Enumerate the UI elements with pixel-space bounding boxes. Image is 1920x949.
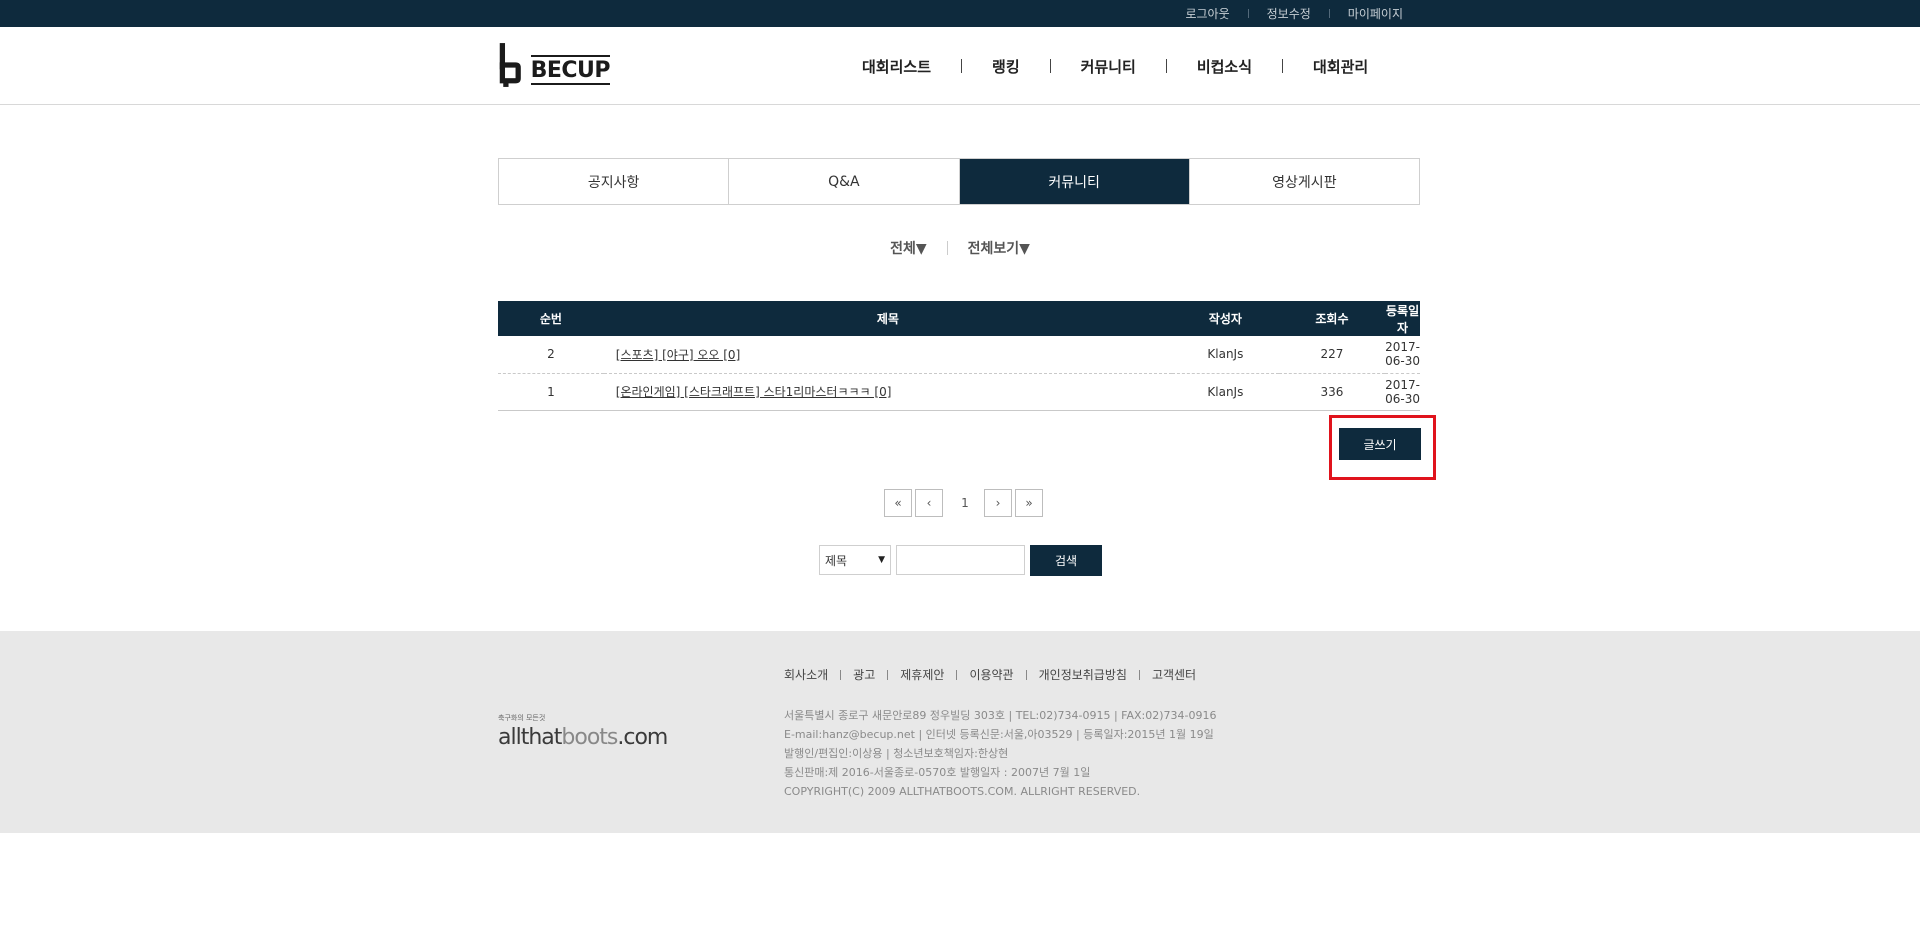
divider [1138, 669, 1140, 680]
row-views: 336 [1278, 373, 1386, 411]
top-utility-bar: 로그아웃 정보수정 마이페이지 [0, 0, 1920, 27]
divider [1282, 59, 1284, 73]
table-row: 2 [스포츠] [야구] 오오 [0] KlanJs 227 2017-06-3… [498, 336, 1420, 374]
column-header-views: 조회수 [1278, 301, 1386, 336]
column-header-no: 순번 [498, 301, 604, 336]
search-button[interactable]: 검색 [1030, 544, 1102, 576]
board-filters: 전체▼ 전체보기▼ [0, 237, 1920, 259]
nav-tournament-admin[interactable]: 대회관리 [1313, 56, 1368, 77]
search-field-selected: 제목 [825, 553, 848, 568]
info-line: E-mail:hanz@becup.net | 인터넷 등록신문:서울,아035… [784, 728, 1214, 741]
main-nav: 대회리스트 랭킹 커뮤니티 비컵소식 대회관리 [862, 27, 1368, 105]
footer-link-partnership[interactable]: 제휴제안 [900, 666, 944, 683]
dropdown-arrow-icon: ▼ [878, 555, 885, 565]
nav-tournament-list[interactable]: 대회리스트 [862, 56, 931, 77]
info-line: 발행인/편집인:이상용 | 청소년보호책임자:한상현 [784, 747, 1009, 760]
copyright: COPYRIGHT(C) 2009 ALLTHATBOOTS.COM. ALLR… [784, 785, 1141, 798]
post-table: 순번 제목 작성자 조회수 등록일자 2 [스포츠] [야구] 오오 [0] K… [498, 301, 1420, 411]
row-title-cell: [온라인게임] [스타크래프트] 스타1리마스터ㅋㅋㅋ [0] [603, 373, 1172, 411]
becup-logo[interactable]: BECUP [498, 40, 611, 90]
prev-page-button[interactable]: ‹ [915, 489, 943, 517]
edit-info-link[interactable]: 정보수정 [1267, 5, 1311, 22]
post-title-link[interactable]: [스포츠] [야구] 오오 [0] [616, 348, 740, 362]
row-date: 2017-06-30 [1385, 336, 1420, 374]
write-post-button[interactable]: 글쓰기 [1339, 428, 1421, 460]
current-page-number[interactable]: 1 [950, 489, 980, 517]
divider [1049, 59, 1051, 73]
nav-becup-news[interactable]: 비컵소식 [1197, 56, 1252, 77]
tab-qna[interactable]: Q&A [729, 159, 960, 204]
footer-link-terms[interactable]: 이용약관 [969, 666, 1013, 683]
divider [946, 241, 948, 255]
tab-notice[interactable]: 공지사항 [499, 159, 730, 204]
last-page-button[interactable]: » [1015, 489, 1043, 517]
divider [887, 669, 889, 680]
divider [956, 669, 958, 680]
info-line: 통신판매:제 2016-서울종로-0570호 발행일자 : 2007년 7월 1… [784, 766, 1091, 779]
footer-links: 회사소개 광고 제휴제안 이용약관 개인정보취급방침 고객센터 [784, 666, 1196, 683]
column-header-author: 작성자 [1171, 301, 1279, 336]
info-line: 서울특별시 종로구 새문안로89 정우빌딩 303호 | TEL:02)734-… [784, 709, 1217, 722]
category-filter-dropdown[interactable]: 전체▼ [890, 238, 927, 258]
site-header: BECUP 대회리스트 랭킹 커뮤니티 비컵소식 대회관리 [0, 27, 1920, 105]
row-date: 2017-06-30 [1385, 373, 1420, 411]
divider [840, 669, 842, 680]
tab-video-board[interactable]: 영상게시판 [1189, 159, 1419, 204]
logo-wordmark: allthatboots.com [498, 725, 668, 750]
footer-link-company[interactable]: 회사소개 [784, 666, 828, 683]
table-row: 1 [온라인게임] [스타크래프트] 스타1리마스터ㅋㅋㅋ [0] KlanJs… [498, 373, 1420, 411]
first-page-button[interactable]: « [884, 489, 912, 517]
site-footer: 축구화의 모든것 allthatboots.com 회사소개 광고 제휴제안 이… [0, 631, 1920, 833]
row-views: 227 [1278, 336, 1386, 374]
search-field-select[interactable]: 제목 ▼ [819, 545, 891, 575]
row-author: KlanJs [1171, 336, 1279, 374]
row-title-cell: [스포츠] [야구] 오오 [0] [603, 336, 1172, 374]
utility-links: 로그아웃 정보수정 마이페이지 [1185, 0, 1403, 27]
nav-community[interactable]: 커뮤니티 [1081, 56, 1136, 77]
tab-community[interactable]: 커뮤니티 [959, 159, 1190, 204]
company-info: 서울특별시 종로구 새문안로89 정우빌딩 303호 | TEL:02)734-… [784, 706, 1217, 801]
pagination: « ‹ 1 › » [884, 489, 1046, 517]
divider [1165, 59, 1167, 73]
row-no: 2 [498, 336, 604, 374]
row-no: 1 [498, 373, 604, 411]
board-tabs: 공지사항 Q&A 커뮤니티 영상게시판 [498, 158, 1420, 205]
divider [1025, 669, 1027, 680]
column-header-title: 제목 [603, 301, 1172, 336]
footer-link-ads[interactable]: 광고 [853, 666, 875, 683]
nav-ranking[interactable]: 랭킹 [992, 56, 1020, 77]
view-filter-dropdown[interactable]: 전체보기▼ [968, 238, 1030, 258]
allthatboots-logo[interactable]: 축구화의 모든것 allthatboots.com [498, 713, 698, 753]
footer-link-support[interactable]: 고객센터 [1152, 666, 1196, 683]
logo-tagline: 축구화의 모든것 [498, 714, 546, 722]
divider [1247, 9, 1249, 18]
mypage-link[interactable]: 마이페이지 [1348, 5, 1403, 22]
divider [961, 59, 963, 73]
footer-link-privacy[interactable]: 개인정보취급방침 [1039, 666, 1127, 683]
search-input[interactable] [896, 545, 1025, 575]
next-page-button[interactable]: › [984, 489, 1012, 517]
table-header-row: 순번 제목 작성자 조회수 등록일자 [498, 301, 1420, 336]
logout-link[interactable]: 로그아웃 [1185, 5, 1229, 22]
divider [1328, 9, 1330, 18]
post-title-link[interactable]: [온라인게임] [스타크래프트] 스타1리마스터ㅋㅋㅋ [0] [616, 385, 892, 399]
becup-logo-icon [499, 43, 521, 87]
column-header-date: 등록일자 [1385, 301, 1420, 336]
row-author: KlanJs [1171, 373, 1279, 411]
search-bar: 제목 ▼ 검색 [819, 544, 1102, 576]
logo-text: BECUP [530, 55, 611, 85]
